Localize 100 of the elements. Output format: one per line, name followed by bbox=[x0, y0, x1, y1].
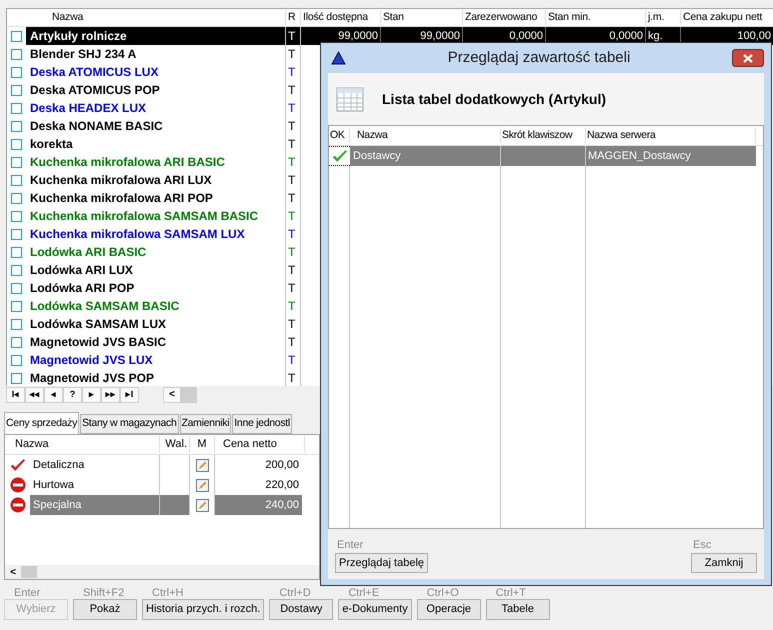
row-checkbox[interactable] bbox=[11, 210, 22, 222]
action-button[interactable]: Pokaż bbox=[73, 599, 137, 620]
dialog-button[interactable]: Przeglądaj tabelę bbox=[335, 553, 428, 573]
table-name[interactable]: Dostawcy bbox=[350, 146, 501, 166]
navigator-button[interactable]: ▸ bbox=[82, 386, 101, 402]
item-name[interactable]: Lodówka ARI POP bbox=[26, 279, 286, 297]
item-name[interactable]: Deska ATOMICUS LUX bbox=[26, 63, 286, 81]
navigator-button[interactable]: I◂ bbox=[6, 386, 25, 402]
row-checkbox[interactable] bbox=[11, 192, 22, 204]
row-checkbox[interactable] bbox=[11, 228, 22, 240]
check-icon bbox=[330, 148, 348, 164]
action-button[interactable]: Tabele bbox=[486, 599, 550, 620]
column-header[interactable]: Nazwa serwera bbox=[586, 128, 756, 144]
dialog-button[interactable]: Zamknij bbox=[691, 553, 757, 573]
pencil-icon[interactable] bbox=[196, 498, 208, 512]
tab[interactable]: Inne jednostl bbox=[232, 414, 292, 434]
scroll-thumb[interactable] bbox=[181, 386, 197, 402]
shortcut-label: Ctrl+E bbox=[347, 586, 380, 599]
column-header[interactable]: Stan bbox=[381, 10, 463, 26]
row-checkbox[interactable] bbox=[11, 30, 22, 42]
item-name[interactable]: korekta bbox=[26, 135, 286, 153]
navigator-button[interactable]: ◂ bbox=[44, 386, 63, 402]
item-name[interactable]: Deska HEADEX LUX bbox=[26, 99, 286, 117]
table-cell: T bbox=[286, 297, 301, 315]
item-name[interactable]: Lodówka SAMSAM BASIC bbox=[26, 297, 286, 315]
item-name[interactable]: Blender SHJ 234 A bbox=[26, 45, 286, 63]
row-checkbox[interactable] bbox=[11, 246, 22, 258]
row-checkbox[interactable] bbox=[11, 336, 22, 348]
table-icon bbox=[336, 85, 364, 113]
item-name[interactable]: Artykuły rolnicze bbox=[26, 27, 286, 45]
column-header[interactable]: Nazwa bbox=[26, 10, 286, 26]
item-name[interactable]: Lodówka SAMSAM LUX bbox=[26, 315, 286, 333]
navigator-button[interactable]: ? bbox=[63, 386, 82, 402]
dialog-heading: Lista tabel dodatkowych (Artykul) bbox=[382, 90, 606, 109]
pencil-icon[interactable] bbox=[196, 478, 208, 492]
column-header[interactable]: Zarezerwowano bbox=[463, 10, 546, 26]
price-name[interactable]: Specjalna bbox=[30, 495, 160, 515]
action-button[interactable]: Operacje bbox=[416, 599, 481, 620]
item-name[interactable]: Lodówka ARI LUX bbox=[26, 261, 286, 279]
table-cell: T bbox=[286, 279, 301, 297]
column-header[interactable]: Wal. bbox=[160, 436, 190, 453]
table-cell: T bbox=[286, 315, 301, 333]
column-header[interactable]: R bbox=[286, 10, 301, 26]
price-name[interactable]: Detaliczna bbox=[30, 455, 160, 475]
column-header[interactable]: Nazwa bbox=[5, 436, 160, 453]
close-button[interactable] bbox=[732, 49, 764, 67]
table-cell: T bbox=[286, 153, 301, 171]
column-header[interactable]: Stan min. bbox=[546, 10, 646, 26]
item-name[interactable]: Kuchenka mikrofalowa SAMSAM BASIC bbox=[26, 207, 286, 225]
item-name[interactable]: Lodówka ARI BASIC bbox=[26, 243, 286, 261]
item-name[interactable]: Kuchenka mikrofalowa ARI BASIC bbox=[26, 153, 286, 171]
row-checkbox[interactable] bbox=[11, 48, 22, 60]
column-header[interactable]: Cena netto bbox=[215, 436, 305, 453]
tab[interactable]: Stany w magazynach bbox=[80, 414, 178, 434]
row-checkbox[interactable] bbox=[11, 66, 22, 78]
column-header[interactable]: M bbox=[190, 436, 215, 453]
column-header[interactable]: Skrót klawiszow bbox=[501, 128, 586, 144]
table-cell: T bbox=[286, 261, 301, 279]
navigator-button[interactable]: ▸▸ bbox=[101, 386, 120, 402]
table-cell-text: 200,00 bbox=[264, 458, 300, 473]
item-name[interactable]: Kuchenka mikrofalowa ARI POP bbox=[26, 189, 286, 207]
table-cell: T bbox=[286, 189, 301, 207]
row-checkbox[interactable] bbox=[11, 102, 22, 114]
table-cell: T bbox=[286, 171, 301, 189]
action-button[interactable]: Dostawy bbox=[269, 599, 334, 620]
table-cell: T bbox=[286, 27, 301, 45]
table-cell-text: MAGGEN_Dostawcy bbox=[587, 148, 692, 164]
item-name[interactable]: Deska ATOMICUS POP bbox=[26, 81, 286, 99]
row-checkbox[interactable] bbox=[11, 372, 22, 384]
column-header[interactable]: Cena zakupu nett bbox=[681, 10, 773, 26]
action-button[interactable]: Historia przych. i rozch. bbox=[142, 599, 264, 620]
shortcut-label: Enter bbox=[336, 538, 364, 552]
item-name[interactable]: Magnetowid JVS LUX bbox=[26, 351, 286, 369]
column-header[interactable]: j.m. bbox=[646, 10, 681, 26]
row-checkbox[interactable] bbox=[11, 300, 22, 312]
column-header[interactable]: OK bbox=[329, 128, 350, 144]
item-name[interactable]: Deska NONAME BASIC bbox=[26, 117, 286, 135]
column-header[interactable]: Ilość dostępna bbox=[301, 10, 381, 26]
navigator-button[interactable]: ◂◂ bbox=[25, 386, 44, 402]
item-name[interactable]: Kuchenka mikrofalowa ARI LUX bbox=[26, 171, 286, 189]
row-checkbox[interactable] bbox=[11, 138, 22, 150]
row-checkbox[interactable] bbox=[11, 354, 22, 366]
tab[interactable]: Ceny sprzedaży bbox=[4, 412, 80, 434]
row-checkbox[interactable] bbox=[11, 318, 22, 330]
scroll-thumb[interactable] bbox=[21, 566, 37, 578]
action-button[interactable]: e-Dokumenty bbox=[338, 599, 412, 620]
scroll-left-button[interactable]: < bbox=[5, 564, 21, 579]
row-checkbox[interactable] bbox=[11, 120, 22, 132]
navigator-button[interactable]: < bbox=[163, 386, 181, 402]
row-checkbox[interactable] bbox=[11, 282, 22, 294]
column-header[interactable]: Nazwa bbox=[350, 128, 501, 144]
item-name[interactable]: Magnetowid JVS BASIC bbox=[26, 333, 286, 351]
navigator-button[interactable]: ▸I bbox=[120, 386, 139, 402]
row-checkbox[interactable] bbox=[11, 264, 22, 276]
row-checkbox[interactable] bbox=[11, 84, 22, 96]
pencil-icon[interactable] bbox=[196, 458, 208, 472]
item-name[interactable]: Kuchenka mikrofalowa SAMSAM LUX bbox=[26, 225, 286, 243]
row-checkbox[interactable] bbox=[11, 156, 22, 168]
row-checkbox[interactable] bbox=[11, 174, 22, 186]
tab[interactable]: Zamienniki bbox=[180, 414, 232, 434]
